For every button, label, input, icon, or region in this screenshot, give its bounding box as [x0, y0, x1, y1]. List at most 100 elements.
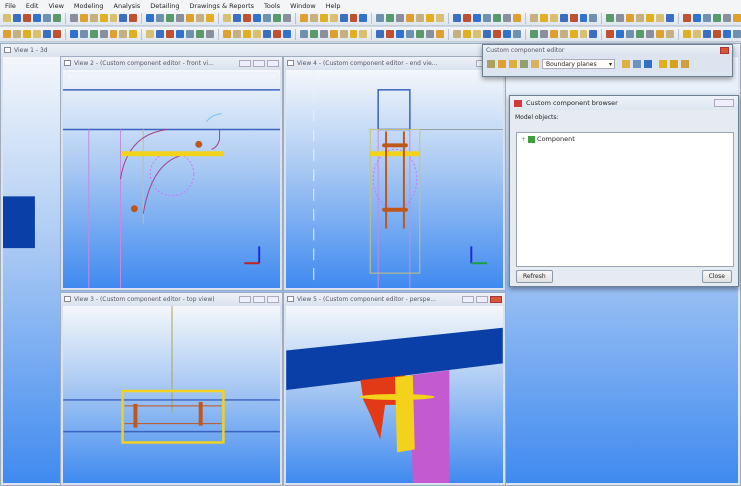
toolbar-tool-icon[interactable]: [109, 14, 118, 22]
toolbar-tool-icon[interactable]: [166, 30, 175, 38]
maximize-button[interactable]: [476, 295, 488, 303]
tree-item-component[interactable]: + Component: [517, 133, 733, 145]
toolbar-tool-icon[interactable]: [646, 14, 655, 22]
toolbar-tool-icon[interactable]: [386, 14, 395, 22]
toolbar-tool-icon[interactable]: [539, 30, 548, 38]
view-2-window[interactable]: View 2 - (Custom component editor - fron…: [60, 56, 283, 291]
menu-help[interactable]: Help: [321, 2, 346, 10]
close-button[interactable]: [267, 295, 279, 303]
close-button[interactable]: [490, 295, 502, 303]
toolbar-tool-icon[interactable]: [52, 30, 61, 38]
toolbar-tool-icon[interactable]: [463, 30, 471, 38]
close-dialog-button[interactable]: Close: [701, 270, 732, 283]
toolbar-tool-icon[interactable]: [396, 14, 405, 22]
toolbar-tool-icon[interactable]: [512, 30, 521, 38]
toolbar-tool-icon[interactable]: [3, 14, 11, 22]
toolbar-tool-icon[interactable]: [156, 14, 165, 22]
toolbar-tool-icon[interactable]: [416, 14, 425, 22]
toolbar-tool-icon[interactable]: [299, 30, 308, 38]
toolbar-tool-icon[interactable]: [472, 14, 481, 22]
toolbar-tool-icon[interactable]: [282, 14, 291, 22]
toolbar-tool-icon[interactable]: [636, 30, 645, 38]
toolbar-tool-icon[interactable]: [69, 14, 78, 22]
editor-tool-icon[interactable]: [670, 60, 678, 68]
toolbar-tool-icon[interactable]: [626, 14, 635, 22]
toolbar-tool-icon[interactable]: [732, 30, 741, 38]
toolbar-tool-icon[interactable]: [119, 30, 128, 38]
toolbar-tool-icon[interactable]: [406, 14, 415, 22]
toolbar-tool-icon[interactable]: [206, 30, 215, 38]
menu-window[interactable]: Window: [285, 2, 321, 10]
toolbar-tool-icon[interactable]: [206, 14, 215, 22]
maximize-button[interactable]: [714, 99, 734, 107]
toolbar-tool-icon[interactable]: [712, 30, 721, 38]
menu-edit[interactable]: Edit: [21, 2, 44, 10]
toolbar-tool-icon[interactable]: [529, 30, 538, 38]
view-3-canvas[interactable]: [63, 306, 280, 483]
toolbar-tool-icon[interactable]: [196, 30, 205, 38]
menu-drawings-reports[interactable]: Drawings & Reports: [184, 2, 259, 10]
toolbar-tool-icon[interactable]: [703, 14, 711, 22]
toolbar-tool-icon[interactable]: [329, 14, 338, 22]
toolbar-tool-icon[interactable]: [502, 30, 511, 38]
toolbar-tool-icon[interactable]: [233, 30, 241, 38]
view-4-titlebar[interactable]: View 4 - (Custom component editor - end …: [284, 57, 505, 69]
toolbar-tool-icon[interactable]: [666, 30, 675, 38]
toolbar-tool-icon[interactable]: [376, 14, 385, 22]
toolbar-tool-icon[interactable]: [559, 14, 568, 22]
toolbar-tool-icon[interactable]: [589, 30, 598, 38]
toolbar-tool-icon[interactable]: [606, 14, 615, 22]
toolbar-tool-icon[interactable]: [339, 14, 348, 22]
toolbar-tool-icon[interactable]: [626, 30, 635, 38]
menu-tools[interactable]: Tools: [259, 2, 285, 10]
editor-tool-icon[interactable]: [520, 60, 528, 68]
toolbar-tool-icon[interactable]: [42, 30, 51, 38]
editor-tool-icon[interactable]: [498, 60, 506, 68]
toolbar-tool-icon[interactable]: [549, 14, 558, 22]
toolbar-tool-icon[interactable]: [109, 30, 118, 38]
menu-analysis[interactable]: Analysis: [109, 2, 146, 10]
toolbar-tool-icon[interactable]: [262, 30, 271, 38]
toolbar-tool-icon[interactable]: [146, 30, 155, 38]
toolbar-tool-icon[interactable]: [502, 14, 511, 22]
toolbar-tool-icon[interactable]: [52, 14, 61, 22]
toolbar-tool-icon[interactable]: [646, 30, 655, 38]
toolbar-tool-icon[interactable]: [299, 14, 308, 22]
toolbar-tool-icon[interactable]: [589, 14, 598, 22]
toolbar-tool-icon[interactable]: [309, 14, 318, 22]
menu-file[interactable]: File: [0, 2, 21, 10]
toolbar-tool-icon[interactable]: [376, 30, 385, 38]
toolbar-tool-icon[interactable]: [42, 14, 51, 22]
editor-tool-icon[interactable]: [633, 60, 641, 68]
view-3-window[interactable]: View 3 - (Custom component editor - top …: [60, 292, 283, 486]
minimize-button[interactable]: [239, 59, 251, 67]
toolbar-tool-icon[interactable]: [579, 14, 588, 22]
maximize-button[interactable]: [253, 59, 265, 67]
toolbar-tool-icon[interactable]: [492, 30, 501, 38]
toolbar-tool-icon[interactable]: [309, 30, 318, 38]
model-objects-tree[interactable]: + Component: [516, 132, 734, 267]
menu-detailing[interactable]: Detailing: [145, 2, 184, 10]
close-button[interactable]: [267, 59, 279, 67]
toolbar-tool-icon[interactable]: [186, 14, 195, 22]
toolbar-tool-icon[interactable]: [636, 14, 645, 22]
toolbar-tool-icon[interactable]: [129, 14, 138, 22]
editor-tool-icon[interactable]: [681, 60, 689, 68]
toolbar-tool-icon[interactable]: [529, 14, 538, 22]
toolbar-tool-icon[interactable]: [196, 14, 205, 22]
view-5-canvas[interactable]: [286, 306, 503, 483]
toolbar-tool-icon[interactable]: [69, 30, 78, 38]
toolbar-tool-icon[interactable]: [472, 30, 481, 38]
toolbar-tool-icon[interactable]: [99, 30, 108, 38]
toolbar-tool-icon[interactable]: [656, 30, 665, 38]
toolbar-tool-icon[interactable]: [512, 14, 521, 22]
toolbar-tool-icon[interactable]: [579, 30, 588, 38]
toolbar-tool-icon[interactable]: [252, 14, 261, 22]
toolbar-tool-icon[interactable]: [463, 14, 471, 22]
toolbar-tool-icon[interactable]: [89, 30, 98, 38]
view-5-titlebar[interactable]: View 5 - (Custom component editor - pers…: [284, 293, 505, 305]
toolbar-tool-icon[interactable]: [569, 14, 578, 22]
toolbar-tool-icon[interactable]: [32, 14, 41, 22]
toolbar-tool-icon[interactable]: [119, 14, 128, 22]
toolbar-tool-icon[interactable]: [79, 30, 88, 38]
